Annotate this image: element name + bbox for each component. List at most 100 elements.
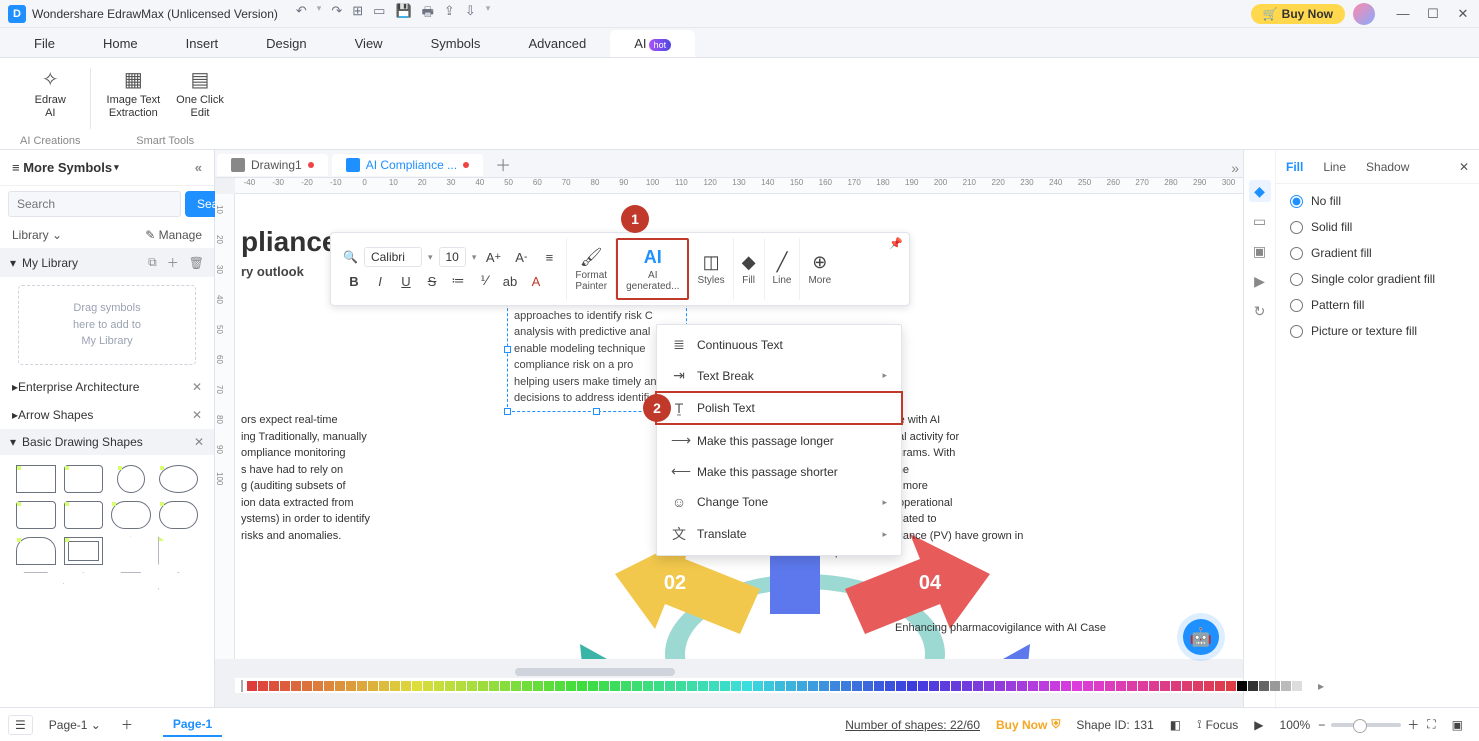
pin-icon[interactable]: 📌 xyxy=(889,237,903,250)
my-library-section[interactable]: ▾ My Library⧉＋🗑 xyxy=(0,248,214,277)
radio-no-fill[interactable]: No fill xyxy=(1290,194,1465,208)
add-page-button[interactable]: ＋ xyxy=(111,712,143,737)
color-swatch[interactable] xyxy=(1281,681,1291,691)
color-swatch[interactable] xyxy=(676,681,686,691)
color-swatch[interactable] xyxy=(1105,681,1115,691)
menu-ai[interactable]: AIhot xyxy=(610,30,695,57)
color-swatch[interactable] xyxy=(1160,681,1170,691)
color-swatch[interactable] xyxy=(698,681,708,691)
menu-home[interactable]: Home xyxy=(79,30,162,57)
undo-dropdown-icon[interactable]: ▾ xyxy=(317,3,322,25)
color-swatch[interactable] xyxy=(302,681,312,691)
ai-chat-bubble[interactable]: 🤖 xyxy=(1183,619,1219,655)
export-icon[interactable]: ⇪ xyxy=(444,3,455,25)
shape-triangle[interactable] xyxy=(111,537,151,565)
close-icon[interactable]: ✕ xyxy=(192,380,202,394)
shape-rectangle[interactable] xyxy=(16,465,56,493)
color-swatch[interactable] xyxy=(1149,681,1159,691)
color-swatch[interactable] xyxy=(555,681,565,691)
font-color-icon[interactable]: A xyxy=(525,270,547,292)
color-swatch[interactable] xyxy=(434,681,444,691)
library-dropdown[interactable]: Library ⌄ xyxy=(12,228,62,242)
color-swatch[interactable] xyxy=(566,681,576,691)
accordion-arrow-shapes[interactable]: ▸ Arrow Shapes✕ xyxy=(0,401,214,429)
color-swatch[interactable] xyxy=(1259,681,1269,691)
color-swatch[interactable] xyxy=(423,681,433,691)
color-swatch[interactable] xyxy=(742,681,752,691)
radio-single-gradient-fill[interactable]: Single color gradient fill xyxy=(1290,272,1465,286)
italic-icon[interactable]: I xyxy=(369,270,391,292)
shape-rounded-rectangle[interactable] xyxy=(64,465,104,493)
manage-button[interactable]: ✎ Manage xyxy=(145,228,202,242)
pages-list-button[interactable]: ☰ xyxy=(8,715,33,735)
color-swatch[interactable] xyxy=(1050,681,1060,691)
shape-half-round[interactable] xyxy=(16,537,56,565)
close-panel-icon[interactable]: ✕ xyxy=(1459,160,1469,174)
color-swatch[interactable] xyxy=(1303,681,1313,691)
color-swatch[interactable] xyxy=(467,681,477,691)
one-click-edit-button[interactable]: ▤One Click Edit xyxy=(170,64,230,123)
document-tab-drawing1[interactable]: Drawing1 xyxy=(217,154,328,176)
color-swatch[interactable] xyxy=(368,681,378,691)
page-tab[interactable]: Page-1 ⌄ xyxy=(39,714,111,736)
color-swatch[interactable] xyxy=(808,681,818,691)
color-swatch[interactable] xyxy=(1138,681,1148,691)
add-icon[interactable]: ＋ xyxy=(167,254,179,271)
strikethrough-icon[interactable]: S xyxy=(421,270,443,292)
color-swatch[interactable] xyxy=(1292,681,1302,691)
qat-dropdown-icon[interactable]: ▾ xyxy=(486,3,491,25)
color-swatch[interactable] xyxy=(445,681,455,691)
menu-symbols[interactable]: Symbols xyxy=(407,30,505,57)
color-swatch[interactable] xyxy=(830,681,840,691)
color-swatch[interactable] xyxy=(412,681,422,691)
line-button[interactable]: ╱Line xyxy=(765,238,801,300)
accordion-enterprise-architecture[interactable]: ▸ Enterprise Architecture✕ xyxy=(0,373,214,401)
color-swatch[interactable] xyxy=(1072,681,1082,691)
left-collapse-icon[interactable]: « xyxy=(195,160,202,175)
tab-fill[interactable]: Fill xyxy=(1286,160,1303,174)
new-icon[interactable]: ⊞ xyxy=(352,3,363,25)
radio-gradient-fill[interactable]: Gradient fill xyxy=(1290,246,1465,260)
color-swatch[interactable] xyxy=(907,681,917,691)
color-swatch[interactable] xyxy=(599,681,609,691)
color-swatch[interactable] xyxy=(346,681,356,691)
zoom-slider[interactable] xyxy=(1331,723,1401,727)
color-swatch[interactable] xyxy=(665,681,675,691)
ai-generated-button[interactable]: AIAI generated... xyxy=(616,238,689,300)
document-tab-ai-compliance[interactable]: AI Compliance ... xyxy=(332,154,483,176)
canvas-h-scrollbar[interactable] xyxy=(235,667,1243,677)
add-document-tab[interactable]: ＋ xyxy=(485,148,521,180)
library-drop-zone[interactable]: Drag symbols here to add to My Library xyxy=(18,285,196,365)
color-swatch[interactable] xyxy=(280,681,290,691)
undo-icon[interactable]: ↶ xyxy=(296,3,307,25)
bullets-icon[interactable]: ≔ xyxy=(447,270,469,292)
color-swatch[interactable] xyxy=(819,681,829,691)
color-swatch[interactable] xyxy=(687,681,697,691)
shape-capsule[interactable] xyxy=(111,501,151,529)
font-family-select[interactable]: Calibri xyxy=(364,247,422,267)
radio-picture-fill[interactable]: Picture or texture fill xyxy=(1290,324,1465,338)
format-painter-button[interactable]: 🖌Format Painter xyxy=(567,238,616,300)
bold-icon[interactable]: B xyxy=(343,270,365,292)
color-swatch[interactable] xyxy=(401,681,411,691)
tab-shadow[interactable]: Shadow xyxy=(1366,160,1409,174)
color-swatch[interactable] xyxy=(1215,681,1225,691)
open-icon[interactable]: ▭ xyxy=(373,3,385,25)
delete-icon[interactable]: 🗑 xyxy=(189,256,204,270)
color-swatch[interactable] xyxy=(247,681,257,691)
color-swatch[interactable] xyxy=(1182,681,1192,691)
close-button[interactable]: ✕ xyxy=(1451,2,1475,26)
menu-make-longer[interactable]: ⟶Make this passage longer xyxy=(657,425,901,456)
color-swatch[interactable] xyxy=(1171,681,1181,691)
color-swatch[interactable] xyxy=(632,681,642,691)
align-icon[interactable]: ≡ xyxy=(538,246,560,268)
color-swatch[interactable] xyxy=(874,681,884,691)
fit-page-icon[interactable]: ⛶ xyxy=(1427,717,1435,732)
color-swatch[interactable] xyxy=(896,681,906,691)
image-text-extraction-button[interactable]: ▦Image Text Extraction xyxy=(101,64,167,123)
menu-polish-text[interactable]: ṮPolish Text xyxy=(655,391,903,425)
radio-pattern-fill[interactable]: Pattern fill xyxy=(1290,298,1465,312)
status-buy-now[interactable]: Buy Now ⛨ xyxy=(996,717,1060,732)
zoom-value[interactable]: 100% xyxy=(1280,718,1311,732)
color-swatch[interactable] xyxy=(995,681,1005,691)
